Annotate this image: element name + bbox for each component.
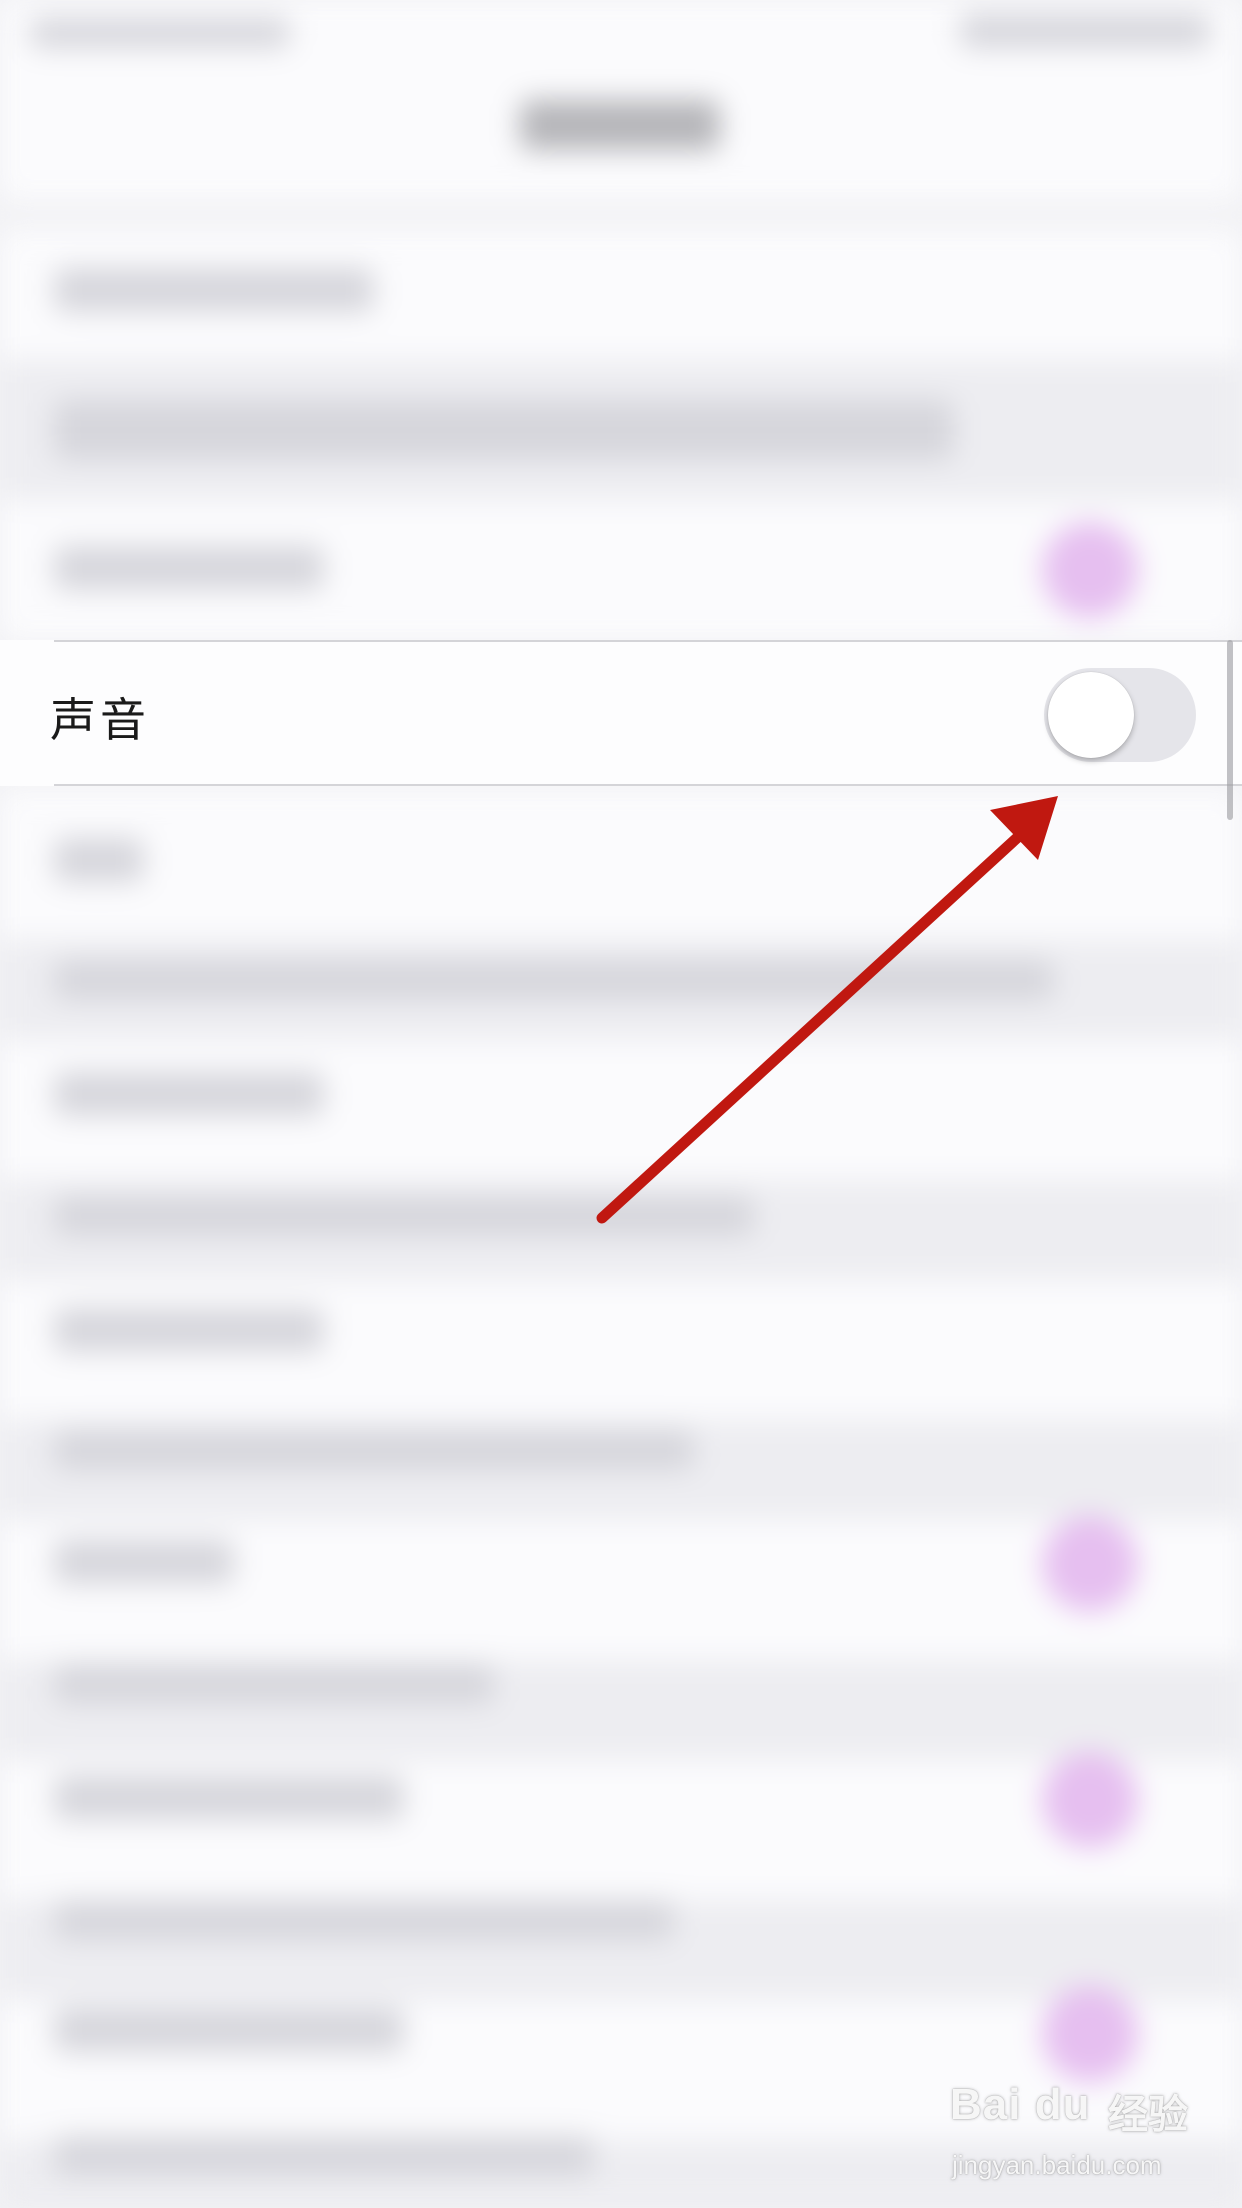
watermark-url: jingyan.baidu.com	[952, 2150, 1162, 2180]
screen: 声音 Bai du 经验 jingyan.baidu.com	[0, 0, 1242, 2208]
watermark-brand: Bai du	[950, 2080, 1091, 2129]
baidu-watermark: Bai du 经验 jingyan.baidu.com	[950, 2080, 1190, 2190]
annotation-arrow-shaft	[596, 820, 1036, 1224]
watermark-cn: 经验	[1108, 2092, 1188, 2138]
annotation-arrow-overlay	[596, 796, 1058, 1224]
